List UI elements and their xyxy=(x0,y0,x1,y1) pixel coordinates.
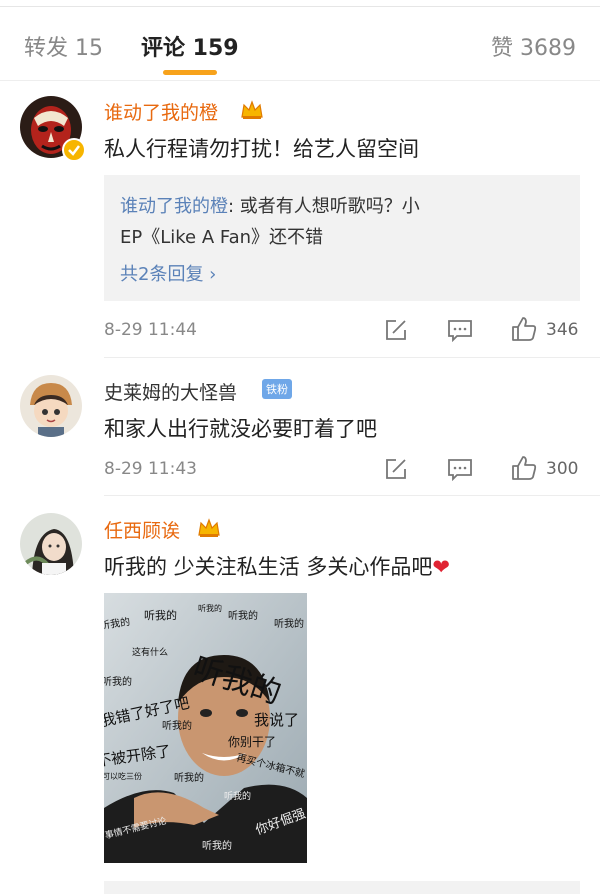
fan-badge: 铁粉 xyxy=(262,379,292,399)
meme-caption: 听我的 xyxy=(202,841,232,852)
divider xyxy=(104,495,600,496)
comment-text: 私人行程请勿打扰！给艺人留空间 xyxy=(104,137,419,161)
username[interactable]: 任西顾诶 xyxy=(104,516,180,543)
meme-caption: 听我的 xyxy=(104,677,132,688)
like-count: 346 xyxy=(546,320,579,340)
avatar[interactable] xyxy=(20,513,82,575)
divider xyxy=(104,357,600,358)
meme-caption: 听我的 xyxy=(144,609,177,622)
meme-caption: 听我的 xyxy=(224,792,252,802)
comment-text: 听我的 少关注私生活 多关心作品吧❤ xyxy=(104,555,450,579)
meme-caption: 你别干了 xyxy=(228,735,277,749)
meme-caption: 听我的 xyxy=(274,619,304,630)
meme-caption: 听我的 xyxy=(228,611,258,622)
timestamp: 8-29 11:44 xyxy=(104,320,197,340)
username[interactable]: 谁动了我的橙 xyxy=(104,98,218,125)
share-icon[interactable] xyxy=(384,457,408,485)
comment-text: 和家人出行就没必要盯着了吧 xyxy=(104,417,377,441)
tab-comments[interactable]: 评论 159 xyxy=(141,30,239,62)
reply-box[interactable]: 谁动了我的橙: 或者有人想听歌吗？小 EP《Like A Fan》还不错 共2条… xyxy=(104,175,580,301)
like-icon[interactable] xyxy=(510,315,538,347)
reply-text-line: 谁动了我的橙: 或者有人想听歌吗？小 xyxy=(120,196,420,217)
meme-caption: 这有什么 xyxy=(132,648,169,658)
tab-repost[interactable]: 转发 15 xyxy=(24,30,103,62)
meme-caption: 听我的 xyxy=(198,604,222,613)
meme-caption: 听我的 xyxy=(162,721,192,732)
comment-icon[interactable] xyxy=(447,318,473,346)
view-replies-link[interactable]: 共2条回复 › xyxy=(120,260,216,286)
active-tab-indicator xyxy=(163,70,217,75)
like-icon[interactable] xyxy=(510,454,538,486)
comment-icon[interactable] xyxy=(447,457,473,485)
tab-likes[interactable]: 赞 3689 xyxy=(491,30,576,62)
meme-image[interactable]: 听我的 听我的 听我的 听我的 听我的 这有什么 听我的 听我的 我错了好了吧 … xyxy=(104,593,307,863)
reply-box[interactable] xyxy=(104,881,580,894)
meme-caption: 我说了 xyxy=(254,711,300,729)
avatar[interactable] xyxy=(20,375,82,437)
heart-emoji: ❤ xyxy=(432,555,450,579)
verified-icon xyxy=(62,138,86,162)
reply-author[interactable]: 谁动了我的橙 xyxy=(120,196,228,217)
username[interactable]: 史莱姆的大怪兽 xyxy=(104,378,237,405)
meme-caption: 可以吃三份 xyxy=(104,772,142,781)
tab-bar: 转发 15 评论 159 赞 3689 xyxy=(0,6,600,81)
timestamp: 8-29 11:43 xyxy=(104,459,197,479)
vip-crown-icon xyxy=(197,517,221,539)
share-icon[interactable] xyxy=(384,318,408,346)
vip-crown-icon xyxy=(240,99,264,121)
reply-text-line: EP《Like A Fan》还不错 xyxy=(120,227,324,248)
meme-caption: 听我的 xyxy=(174,773,204,784)
like-count: 300 xyxy=(546,459,579,479)
